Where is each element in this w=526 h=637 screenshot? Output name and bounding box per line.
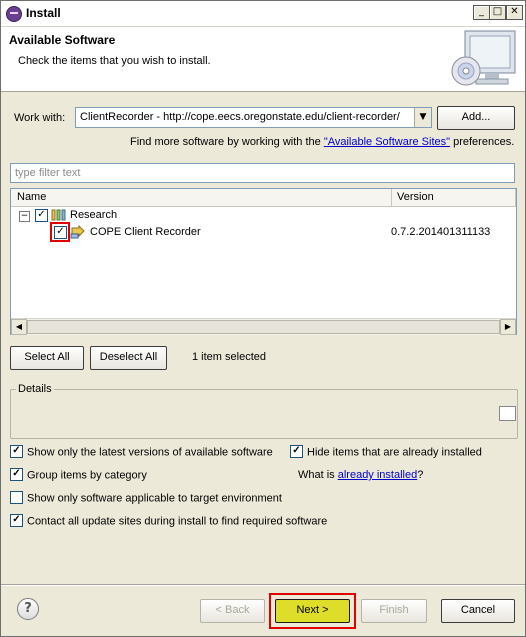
help-icon[interactable]: ?	[17, 598, 39, 620]
work-with-value: ClientRecorder - http://cope.eecs.oregon…	[80, 111, 400, 123]
next-button-highlight	[269, 593, 356, 629]
option-group-by-category[interactable]: ✓ Group items by category	[10, 468, 147, 482]
details-title: Details	[16, 383, 54, 395]
what-is-prefix: What is	[298, 469, 338, 481]
title-bar: Install _ □ ✕	[1, 1, 525, 27]
deselect-all-button[interactable]: Deselect All	[90, 346, 167, 370]
category-icon	[51, 209, 66, 221]
contact-sites-label: Contact all update sites during install …	[27, 515, 328, 528]
software-tree[interactable]: Name Version − ✓ Research ✓ COPE Client …	[10, 188, 517, 335]
column-header-version[interactable]: Version	[392, 189, 516, 207]
window-title: Install	[26, 6, 61, 20]
add-site-button[interactable]: Add...	[437, 106, 515, 130]
already-installed-link[interactable]: already installed	[338, 469, 418, 481]
column-header-name[interactable]: Name	[11, 189, 392, 207]
install-dialog: Install _ □ ✕ Available Software Check t…	[0, 0, 526, 637]
category-checkbox[interactable]: ✓	[35, 209, 48, 222]
scroll-right-icon[interactable]: ▶	[500, 319, 516, 335]
option-latest-only[interactable]: ✓ Show only the latest versions of availa…	[10, 445, 273, 459]
hide-installed-checkbox[interactable]: ✓	[290, 445, 303, 458]
finish-button[interactable]: Finish	[361, 599, 427, 623]
group-by-category-label: Group items by category	[27, 469, 147, 482]
latest-only-checkbox[interactable]: ✓	[10, 445, 23, 458]
category-label: Research	[70, 209, 118, 221]
scroll-thumb[interactable]	[27, 320, 500, 334]
maximize-icon[interactable]: □	[489, 5, 506, 20]
option-contact-sites[interactable]: ✓ Contact all update sites during install…	[10, 514, 328, 528]
selection-status: 1 item selected	[192, 351, 266, 363]
latest-only-label: Show only the latest versions of availab…	[27, 446, 273, 459]
already-installed-hint: What is already installed?	[298, 469, 423, 481]
close-icon[interactable]: ✕	[506, 5, 523, 20]
filter-placeholder: type filter text	[15, 167, 81, 179]
filter-input[interactable]: type filter text	[10, 163, 515, 183]
what-is-suffix: ?	[417, 469, 424, 481]
work-with-label: Work with:	[14, 112, 66, 124]
horizontal-scrollbar[interactable]: ◀ ▶	[11, 318, 516, 335]
eclipse-icon	[6, 6, 22, 22]
details-group: Details	[10, 383, 518, 439]
plugin-icon	[70, 225, 85, 239]
item-version: 0.7.2.201401311133	[391, 226, 491, 238]
contact-sites-checkbox[interactable]: ✓	[10, 514, 23, 527]
work-with-combo[interactable]: ClientRecorder - http://cope.eecs.oregon…	[75, 107, 432, 128]
chevron-down-icon[interactable]: ▼	[414, 108, 431, 127]
minimize-icon[interactable]: _	[473, 5, 490, 20]
group-by-category-checkbox[interactable]: ✓	[10, 468, 23, 481]
option-hide-installed[interactable]: ✓ Hide items that are already installed	[290, 445, 482, 459]
available-software-sites-link[interactable]: "Available Software Sites"	[324, 136, 450, 148]
item-label: COPE Client Recorder	[90, 226, 201, 238]
checkbox-highlight	[50, 222, 70, 242]
details-toggle-icon[interactable]	[499, 406, 516, 421]
target-env-checkbox[interactable]	[10, 491, 23, 504]
hide-installed-label: Hide items that are already installed	[307, 446, 482, 459]
back-button[interactable]: < Back	[200, 599, 265, 623]
collapse-icon[interactable]: −	[19, 211, 30, 222]
option-target-env[interactable]: Show only software applicable to target …	[10, 491, 282, 505]
select-all-button[interactable]: Select All	[10, 346, 84, 370]
page-subtitle: Check the items that you wish to install…	[18, 55, 211, 67]
install-banner-icon	[451, 30, 516, 86]
sites-hint: Find more software by working with the "…	[130, 136, 514, 148]
wizard-header: Available Software Check the items that …	[1, 27, 525, 92]
sites-hint-prefix: Find more software by working with the	[130, 136, 324, 148]
target-env-label: Show only software applicable to target …	[27, 492, 282, 505]
sites-hint-suffix: preferences.	[450, 136, 515, 148]
page-title: Available Software	[9, 33, 116, 47]
cancel-button[interactable]: Cancel	[441, 599, 515, 623]
scroll-left-icon[interactable]: ◀	[11, 319, 27, 335]
footer-separator	[1, 584, 525, 586]
